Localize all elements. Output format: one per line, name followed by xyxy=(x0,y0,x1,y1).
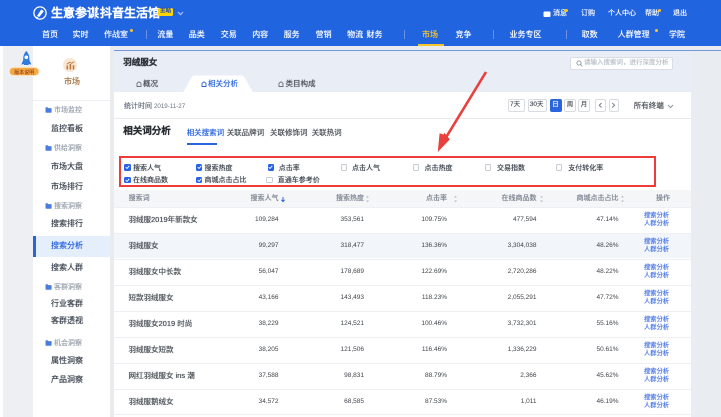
svg-text:版本说明: 版本说明 xyxy=(14,69,34,76)
